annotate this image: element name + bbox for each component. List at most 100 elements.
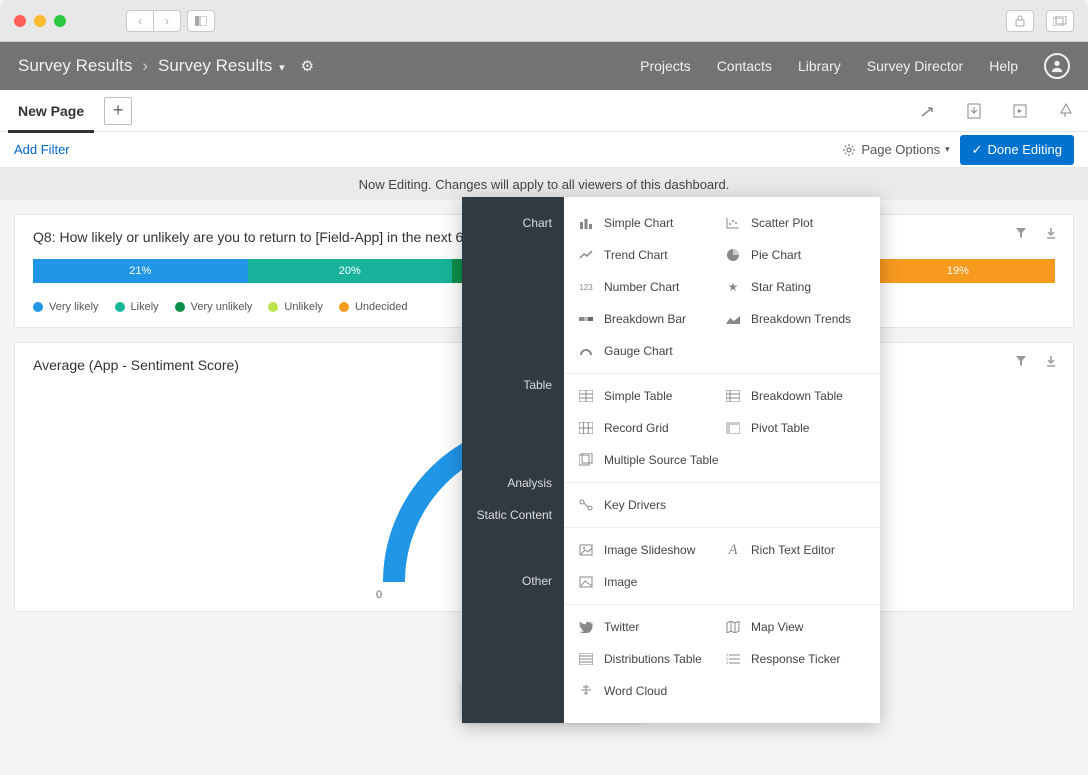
breadcrumb-root[interactable]: Survey Results	[18, 56, 132, 76]
legend-item: Very unlikely	[175, 301, 253, 313]
gauge-icon	[578, 343, 594, 359]
check-icon: ✓	[972, 142, 983, 158]
filter-icon[interactable]	[1015, 227, 1027, 239]
scatter-icon	[725, 215, 741, 231]
close-window-button[interactable]	[14, 15, 26, 27]
nav-arrows: ‹ ›	[126, 10, 181, 32]
pie-icon	[725, 247, 741, 263]
theme-icon[interactable]	[1058, 103, 1074, 119]
gear-icon	[842, 143, 856, 157]
menu-multi-source-table[interactable]: Multiple Source Table	[578, 444, 719, 476]
menu-number-chart[interactable]: 123Number Chart	[578, 271, 719, 303]
menu-trend-chart[interactable]: Trend Chart	[578, 239, 719, 271]
number-icon: 123	[578, 279, 594, 295]
menu-gauge-chart[interactable]: Gauge Chart	[578, 335, 719, 367]
chevron-down-icon: ▾	[945, 144, 950, 155]
cat-table: Table	[468, 373, 552, 397]
add-page-button[interactable]: +	[104, 97, 132, 125]
export-pdf-icon[interactable]	[966, 103, 982, 119]
nav-survey-director[interactable]: Survey Director	[867, 58, 963, 74]
show-sidebar-button[interactable]	[187, 10, 215, 32]
menu-breakdown-table[interactable]: Breakdown Table	[725, 380, 866, 412]
maximize-window-button[interactable]	[54, 15, 66, 27]
download-icon[interactable]	[1045, 355, 1057, 367]
done-editing-button[interactable]: ✓ Done Editing	[960, 135, 1074, 165]
menu-breakdown-bar[interactable]: Breakdown Bar	[578, 303, 719, 335]
cloud-icon	[578, 683, 594, 699]
gauge-min: 0	[376, 589, 382, 601]
drivers-icon	[578, 497, 594, 513]
filter-icon[interactable]	[1015, 355, 1027, 367]
trend-icon	[578, 247, 594, 263]
menu-image-slideshow[interactable]: Image Slideshow	[578, 534, 719, 566]
legend-label: Unlikely	[284, 301, 323, 313]
map-icon	[725, 619, 741, 635]
cat-chart: Chart	[468, 211, 552, 235]
page-options-button[interactable]: Page Options ▾	[842, 142, 949, 157]
forward-button[interactable]: ›	[153, 10, 181, 32]
window-titlebar: ‹ ›	[0, 0, 1088, 42]
download-icon[interactable]	[1045, 227, 1057, 239]
add-filter-link[interactable]: Add Filter	[14, 142, 70, 157]
legend-item: Undecided	[339, 301, 408, 313]
menu-pivot-table[interactable]: Pivot Table	[725, 412, 866, 444]
bar-chart-icon	[578, 215, 594, 231]
twitter-icon	[578, 619, 594, 635]
export-data-icon[interactable]	[1012, 103, 1028, 119]
nav-projects[interactable]: Projects	[640, 58, 691, 74]
slideshow-icon	[578, 542, 594, 558]
menu-rich-text[interactable]: ARich Text Editor	[725, 534, 866, 566]
menu-key-drivers[interactable]: Key Drivers	[578, 489, 719, 521]
legend-dot-icon	[339, 302, 349, 312]
menu-distributions-table[interactable]: Distributions Table	[578, 643, 719, 675]
breakdown-segment: 20%	[248, 259, 452, 283]
breadcrumb: Survey Results › Survey Results ▾ ⚙	[18, 56, 314, 76]
back-button[interactable]: ‹	[126, 10, 154, 32]
legend-label: Undecided	[355, 301, 408, 313]
lock-button[interactable]	[1006, 10, 1034, 32]
ticker-icon: 123	[725, 651, 741, 667]
menu-map-view[interactable]: Map View	[725, 611, 866, 643]
minimize-window-button[interactable]	[34, 15, 46, 27]
tab-new-page[interactable]: New Page	[8, 92, 94, 133]
nav-contacts[interactable]: Contacts	[717, 58, 772, 74]
grid-icon	[578, 420, 594, 436]
legend-item: Likely	[115, 301, 159, 313]
traffic-lights	[14, 15, 66, 27]
menu-image[interactable]: Image	[578, 566, 719, 598]
menu-pie-chart[interactable]: Pie Chart	[725, 239, 866, 271]
gear-icon[interactable]: ⚙	[301, 57, 314, 75]
menu-response-ticker[interactable]: 123 Response Ticker	[725, 643, 866, 675]
legend-label: Very unlikely	[191, 301, 253, 313]
nav-links: Projects Contacts Library Survey Directo…	[640, 53, 1070, 79]
menu-twitter[interactable]: Twitter	[578, 611, 719, 643]
nav-help[interactable]: Help	[989, 58, 1018, 74]
legend-item: Unlikely	[268, 301, 323, 313]
tabs-row: New Page +	[0, 90, 1088, 132]
tabs-button[interactable]	[1046, 10, 1074, 32]
avatar[interactable]	[1044, 53, 1070, 79]
breakdown-bar-icon	[578, 311, 594, 327]
legend-dot-icon	[115, 302, 125, 312]
menu-star-rating[interactable]: ★Star Rating	[725, 271, 866, 303]
menu-scatter-plot[interactable]: Scatter Plot	[725, 207, 866, 239]
legend-label: Likely	[131, 301, 159, 313]
editing-banner: Now Editing. Changes will apply to all v…	[0, 168, 1088, 200]
menu-simple-chart[interactable]: Simple Chart	[578, 207, 719, 239]
pivot-icon	[725, 420, 741, 436]
legend-dot-icon	[33, 302, 43, 312]
breakdown-segment: 19%	[861, 259, 1055, 283]
share-icon[interactable]	[920, 103, 936, 119]
menu-word-cloud[interactable]: Word Cloud	[578, 675, 719, 707]
menu-record-grid[interactable]: Record Grid	[578, 412, 719, 444]
breakdown-table-icon	[725, 388, 741, 404]
table-icon	[578, 388, 594, 404]
filter-row: Add Filter Page Options ▾ ✓ Done Editing	[0, 132, 1088, 168]
breadcrumb-current[interactable]: Survey Results ▾	[158, 56, 285, 76]
menu-simple-table[interactable]: Simple Table	[578, 380, 719, 412]
menu-breakdown-trends[interactable]: Breakdown Trends	[725, 303, 866, 335]
multi-table-icon	[578, 452, 594, 468]
legend-dot-icon	[175, 302, 185, 312]
legend-item: Very likely	[33, 301, 99, 313]
nav-library[interactable]: Library	[798, 58, 841, 74]
